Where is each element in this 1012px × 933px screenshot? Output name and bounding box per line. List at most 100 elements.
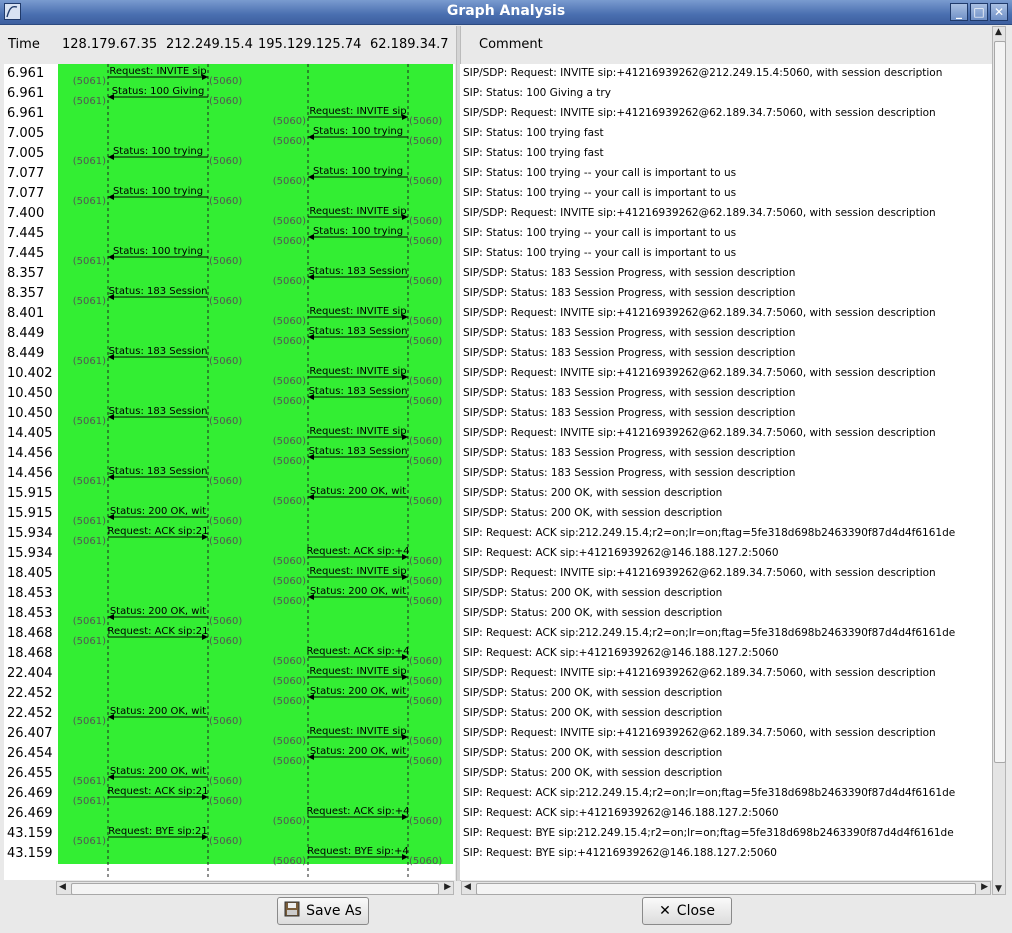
row-comment[interactable]: SIP/SDP: Request: INVITE sip:+4121693926… bbox=[463, 67, 942, 79]
row-comment[interactable]: SIP/SDP: Request: INVITE sip:+4121693926… bbox=[463, 727, 936, 739]
vertical-scroll-thumb[interactable] bbox=[994, 41, 1006, 763]
comment-horizontal-scrollbar[interactable]: ◀ ▶ bbox=[461, 881, 991, 895]
scroll-down-icon[interactable]: ▼ bbox=[995, 884, 1002, 894]
message-arrow[interactable]: Request: ACK sip:+4(5060) (5060) bbox=[273, 646, 443, 667]
close-button[interactable]: ✕ Close bbox=[642, 897, 732, 925]
scroll-up-icon[interactable]: ▲ bbox=[995, 27, 1002, 37]
port-label: (5060) bbox=[209, 836, 242, 847]
message-arrow[interactable]: Status: 100 trying (5061) (5060) bbox=[73, 186, 243, 207]
message-arrow[interactable]: Request: ACK sip:21(5061) (5060) bbox=[73, 626, 243, 647]
row-comment[interactable]: SIP: Status: 100 trying -- your call is … bbox=[463, 167, 736, 179]
message-arrow[interactable]: Request: INVITE sip(5060) (5060) bbox=[273, 366, 443, 387]
row-comment[interactable]: SIP/SDP: Status: 200 OK, with session de… bbox=[463, 767, 722, 779]
message-arrow[interactable]: Request: INVITE sip(5060) (5060) bbox=[273, 306, 443, 327]
message-arrow[interactable]: Status: 100 trying (5060) (5060) bbox=[273, 166, 443, 187]
row-comment[interactable]: SIP/SDP: Request: INVITE sip:+4121693926… bbox=[463, 567, 936, 579]
message-arrow[interactable]: Request: BYE sip:21(5061) (5060) bbox=[73, 826, 243, 847]
row-comment[interactable]: SIP/SDP: Status: 200 OK, with session de… bbox=[463, 687, 722, 699]
message-arrow[interactable]: Status: 200 OK, wit(5060) (5060) bbox=[273, 686, 443, 707]
message-arrow[interactable]: Request: ACK sip:21(5061) (5060) bbox=[73, 786, 243, 807]
message-arrow[interactable]: Status: 100 trying (5061) (5060) bbox=[73, 246, 243, 267]
comment-scroll-thumb[interactable] bbox=[476, 883, 976, 895]
save-as-button[interactable]: Save As bbox=[277, 897, 369, 925]
graph-horizontal-scrollbar[interactable]: ◀ ▶ bbox=[56, 881, 454, 895]
row-comment[interactable]: SIP/SDP: Request: INVITE sip:+4121693926… bbox=[463, 207, 936, 219]
message-arrow[interactable]: Status: 200 OK, wit (5061) (5060) bbox=[73, 606, 243, 627]
vertical-scrollbar[interactable]: ▲ ▼ bbox=[992, 26, 1006, 895]
message-arrow[interactable]: Status: 200 OK, wit(5060) (5060) bbox=[273, 586, 443, 607]
message-arrow[interactable]: Status: 100 trying (5060) (5060) bbox=[273, 226, 443, 247]
message-arrow[interactable]: Request: ACK sip:+4(5060) (5060) bbox=[273, 546, 443, 567]
row-comment[interactable]: SIP: Request: BYE sip:+41216939262@146.1… bbox=[463, 847, 777, 859]
row-comment[interactable]: SIP: Status: 100 trying -- your call is … bbox=[463, 247, 736, 259]
message-arrow[interactable]: Status: 183 Session(5061) (5060) bbox=[73, 286, 243, 307]
row-comment[interactable]: SIP/SDP: Status: 183 Session Progress, w… bbox=[463, 327, 795, 339]
message-arrow[interactable]: Status: 200 OK, wit (5061) (5060) bbox=[73, 766, 243, 787]
row-comment[interactable]: SIP/SDP: Request: INVITE sip:+4121693926… bbox=[463, 307, 936, 319]
row-comment[interactable]: SIP: Request: ACK sip:212.249.15.4;r2=on… bbox=[463, 787, 955, 799]
message-arrow[interactable]: Status: 183 Session(5060) (5060) bbox=[273, 326, 443, 347]
message-arrow[interactable]: Request: ACK sip:21(5061) (5060) bbox=[73, 526, 243, 547]
message-arrow[interactable]: Status: 200 OK, wit(5060) (5060) bbox=[273, 746, 443, 767]
port-label: (5060) bbox=[273, 336, 306, 347]
row-comment[interactable]: SIP: Status: 100 Giving a try bbox=[463, 87, 611, 99]
row-comment[interactable]: SIP/SDP: Status: 183 Session Progress, w… bbox=[463, 407, 795, 419]
row-comment[interactable]: SIP/SDP: Request: INVITE sip:+4121693926… bbox=[463, 367, 936, 379]
message-arrow[interactable]: Status: 183 Session(5061) (5060) bbox=[73, 466, 243, 487]
message-arrow[interactable]: Request: INVITE sip(5060) (5060) bbox=[273, 206, 443, 227]
message-arrow[interactable]: Request: ACK sip:+4(5060) (5060) bbox=[273, 806, 443, 827]
message-label: Request: BYE sip:+4 bbox=[307, 846, 409, 857]
message-arrow[interactable]: Status: 183 Session(5060) (5060) bbox=[273, 386, 443, 407]
scroll-left-icon[interactable]: ◀ bbox=[59, 882, 66, 892]
message-arrow[interactable]: Status: 100 trying (5060) (5060) bbox=[273, 126, 443, 147]
row-comment[interactable]: SIP: Request: ACK sip:212.249.15.4;r2=on… bbox=[463, 527, 955, 539]
row-comment[interactable]: SIP/SDP: Status: 183 Session Progress, w… bbox=[463, 467, 795, 479]
row-comment[interactable]: SIP/SDP: Status: 200 OK, with session de… bbox=[463, 707, 722, 719]
message-label: Request: ACK sip:21 bbox=[108, 626, 209, 637]
port-label: (5060) bbox=[409, 576, 442, 587]
row-comment[interactable]: SIP/SDP: Status: 183 Session Progress, w… bbox=[463, 287, 795, 299]
message-arrow[interactable]: Request: INVITE sip(5060) (5060) bbox=[273, 726, 443, 747]
row-comment[interactable]: SIP: Status: 100 trying fast bbox=[463, 127, 604, 139]
message-arrow[interactable]: Request: INVITE sip(5060) (5060) bbox=[273, 426, 443, 447]
row-comment[interactable]: SIP/SDP: Status: 200 OK, with session de… bbox=[463, 607, 722, 619]
message-arrow[interactable]: Status: 200 OK, wit (5061) (5060) bbox=[73, 706, 243, 727]
row-comment[interactable]: SIP: Request: ACK sip:+41216939262@146.1… bbox=[463, 807, 779, 819]
port-label: (5060) bbox=[273, 656, 306, 667]
message-arrow[interactable]: Request: INVITE sip(5060) (5060) bbox=[273, 666, 443, 687]
message-arrow[interactable]: Status: 100 trying (5061) (5060) bbox=[73, 146, 243, 167]
message-arrow[interactable]: Status: 183 Session(5061) (5060) bbox=[73, 346, 243, 367]
row-comment[interactable]: SIP/SDP: Status: 200 OK, with session de… bbox=[463, 587, 722, 599]
scroll-left-icon[interactable]: ◀ bbox=[464, 882, 471, 892]
row-comment[interactable]: SIP: Status: 100 trying fast bbox=[463, 147, 604, 159]
row-comment[interactable]: SIP: Request: ACK sip:+41216939262@146.1… bbox=[463, 647, 779, 659]
row-comment[interactable]: SIP: Request: BYE sip:212.249.15.4;r2=on… bbox=[463, 827, 954, 839]
message-arrow[interactable]: Request: BYE sip:+4(5060) (5060) bbox=[273, 846, 443, 867]
row-comment[interactable]: SIP/SDP: Status: 200 OK, with session de… bbox=[463, 507, 722, 519]
message-arrow[interactable]: Status: 183 Session(5060) (5060) bbox=[273, 266, 443, 287]
message-arrow[interactable]: Status: 100 Giving (5061) (5060) bbox=[73, 86, 243, 107]
row-comment[interactable]: SIP/SDP: Status: 200 OK, with session de… bbox=[463, 747, 722, 759]
row-comment[interactable]: SIP/SDP: Status: 183 Session Progress, w… bbox=[463, 447, 795, 459]
row-comment[interactable]: SIP: Request: ACK sip:+41216939262@146.1… bbox=[463, 547, 779, 559]
row-comment[interactable]: SIP/SDP: Request: INVITE sip:+4121693926… bbox=[463, 667, 936, 679]
message-arrow[interactable]: Status: 200 OK, wit(5060) (5060) bbox=[273, 486, 443, 507]
row-comment[interactable]: SIP: Status: 100 trying -- your call is … bbox=[463, 187, 736, 199]
message-arrow[interactable]: Status: 183 Session(5060) (5060) bbox=[273, 446, 443, 467]
row-comment[interactable]: SIP/SDP: Status: 183 Session Progress, w… bbox=[463, 387, 795, 399]
scroll-right-icon[interactable]: ▶ bbox=[444, 882, 451, 892]
message-arrow[interactable]: Request: INVITE sip(5061) (5060) bbox=[73, 66, 243, 87]
row-comment[interactable]: SIP/SDP: Status: 183 Session Progress, w… bbox=[463, 267, 795, 279]
message-arrow[interactable]: Request: INVITE sip(5060) (5060) bbox=[273, 566, 443, 587]
row-comment[interactable]: SIP/SDP: Request: INVITE sip:+4121693926… bbox=[463, 107, 936, 119]
scroll-right-icon[interactable]: ▶ bbox=[981, 882, 988, 892]
row-comment[interactable]: SIP/SDP: Status: 200 OK, with session de… bbox=[463, 487, 722, 499]
row-comment[interactable]: SIP: Status: 100 trying -- your call is … bbox=[463, 227, 736, 239]
message-arrow[interactable]: Status: 200 OK, wit (5061) (5060) bbox=[73, 506, 243, 527]
graph-scroll-thumb[interactable] bbox=[71, 883, 439, 895]
message-arrow[interactable]: Status: 183 Session(5061) (5060) bbox=[73, 406, 243, 427]
row-comment[interactable]: SIP/SDP: Status: 183 Session Progress, w… bbox=[463, 347, 795, 359]
message-arrow[interactable]: Request: INVITE sip(5060) (5060) bbox=[273, 106, 443, 127]
row-comment[interactable]: SIP/SDP: Request: INVITE sip:+4121693926… bbox=[463, 427, 936, 439]
row-comment[interactable]: SIP: Request: ACK sip:212.249.15.4;r2=on… bbox=[463, 627, 955, 639]
